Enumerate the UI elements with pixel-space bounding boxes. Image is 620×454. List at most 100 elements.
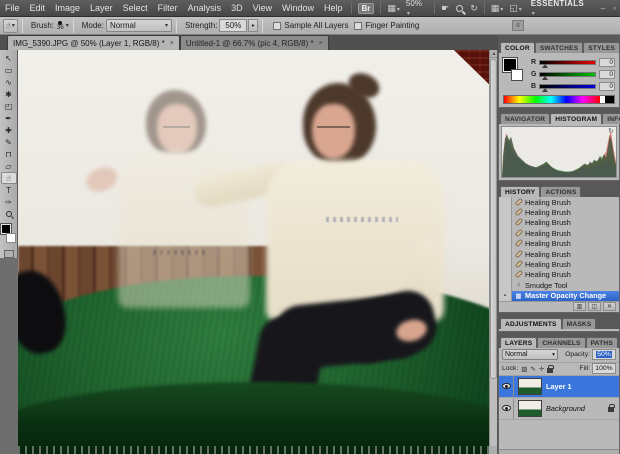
canvas[interactable]: ▲: [18, 50, 497, 454]
history-state[interactable]: Healing Brush: [499, 197, 619, 208]
tab-styles[interactable]: STYLES: [583, 42, 620, 53]
zoom-tool[interactable]: [1, 208, 17, 220]
blue-slider[interactable]: [539, 83, 596, 92]
document-tab-active[interactable]: IMG_5390.JPG @ 50% (Layer 1, RGB/8) * ×: [7, 35, 180, 50]
marquee-tool[interactable]: ▭: [1, 64, 17, 76]
history-state[interactable]: Healing Brush: [499, 269, 619, 281]
hand-tool-icon[interactable]: ☛: [438, 3, 452, 14]
sample-all-layers-checkbox[interactable]: [273, 21, 282, 30]
bridge-button[interactable]: Br: [357, 2, 375, 14]
tab-paths[interactable]: PATHS: [585, 336, 618, 348]
lasso-tool[interactable]: ∿: [1, 76, 17, 88]
blend-mode-select[interactable]: Normal ▾: [502, 349, 558, 361]
lock-all-icon[interactable]: [547, 364, 555, 373]
opacity-field[interactable]: 50%: [592, 349, 616, 361]
workspace-switcher[interactable]: ESSENTIALS ▾: [525, 0, 597, 17]
close-tab-icon[interactable]: ×: [170, 40, 174, 47]
green-slider[interactable]: [539, 71, 596, 80]
close-tab-icon[interactable]: ×: [319, 40, 323, 47]
tab-navigator[interactable]: NAVIGATOR: [500, 113, 551, 124]
visibility-toggle[interactable]: [499, 397, 514, 419]
color-spectrum-ramp[interactable]: [503, 95, 615, 104]
brush-preview[interactable]: 36: [57, 20, 64, 31]
tab-histogram[interactable]: HISTOGRAM: [550, 113, 603, 124]
tab-swatches[interactable]: SWATCHES: [534, 42, 584, 53]
menu-window[interactable]: Window: [277, 0, 319, 16]
quick-selection-tool[interactable]: ✱: [1, 88, 17, 100]
tab-adjustments[interactable]: ADJUSTMENTS: [500, 317, 562, 329]
history-state-selected[interactable]: ▪ ▦ Master Opacity Change: [499, 290, 619, 301]
restore-button[interactable]: ▫: [609, 4, 620, 13]
visibility-toggle[interactable]: [499, 375, 514, 397]
tab-channels[interactable]: CHANNELS: [537, 336, 586, 348]
slider-thumb-icon[interactable]: [542, 87, 548, 92]
pen-tool[interactable]: ✑: [1, 196, 17, 208]
quick-mask-button[interactable]: [3, 250, 14, 258]
new-document-from-state-button[interactable]: ▥: [573, 302, 586, 312]
crop-tool[interactable]: ◰: [1, 100, 17, 112]
tab-history[interactable]: HISTORY: [500, 186, 541, 197]
document-tab-inactive[interactable]: Untitled-1 @ 66.7% (pic 4, RGB/8) * ×: [179, 35, 329, 50]
history-state[interactable]: Healing Brush: [499, 217, 619, 229]
screen-mode-icon[interactable]: ◱▾: [506, 3, 525, 14]
panel-toggle-icon[interactable]: ≡: [512, 20, 524, 31]
lock-pixels-icon[interactable]: ✎: [530, 365, 535, 373]
layer-row-layer1[interactable]: Layer 1: [499, 375, 619, 398]
menu-analysis[interactable]: Analysis: [183, 0, 227, 16]
eyedropper-tool[interactable]: ✒: [1, 112, 17, 124]
refresh-histogram-icon[interactable]: ↻: [608, 127, 614, 135]
type-tool[interactable]: T: [1, 184, 17, 196]
layer-row-background[interactable]: Background: [499, 397, 619, 420]
menu-view[interactable]: View: [248, 0, 277, 16]
history-state[interactable]: Healing Brush: [499, 228, 619, 239]
tab-info[interactable]: INFO: [602, 113, 620, 124]
clone-stamp-tool[interactable]: ⊓: [1, 148, 17, 160]
finger-painting-checkbox[interactable]: [354, 21, 363, 30]
background-color-swatch[interactable]: [5, 233, 16, 243]
strength-field[interactable]: 50%: [219, 19, 248, 32]
brush-tool[interactable]: ✎: [1, 136, 17, 148]
view-extras-icon[interactable]: ▦▾: [384, 3, 403, 14]
canvas-vertical-scrollbar[interactable]: ▲: [489, 50, 497, 454]
menu-help[interactable]: Help: [319, 0, 348, 16]
mode-select[interactable]: Normal ▾: [105, 19, 172, 32]
brush-dropdown-icon[interactable]: ▾: [66, 22, 69, 29]
menu-3d[interactable]: 3D: [226, 0, 248, 16]
history-state[interactable]: Healing Brush: [499, 248, 619, 260]
tab-masks[interactable]: MASKS: [561, 317, 597, 329]
tab-layers[interactable]: LAYERS: [500, 336, 538, 348]
blue-value-field[interactable]: 0: [599, 81, 615, 91]
background-color-swatch[interactable]: [511, 69, 523, 81]
red-slider[interactable]: [539, 59, 596, 68]
scroll-up-icon[interactable]: ▲: [490, 50, 497, 58]
tab-actions[interactable]: ACTIONS: [540, 186, 582, 197]
history-state[interactable]: Healing Brush: [499, 259, 619, 270]
green-value-field[interactable]: 0: [599, 69, 615, 79]
menu-file[interactable]: File: [0, 0, 25, 16]
menu-filter[interactable]: Filter: [153, 0, 183, 16]
history-source-marker-icon[interactable]: ▪: [499, 290, 512, 301]
menu-select[interactable]: Select: [118, 0, 153, 16]
history-state[interactable]: ☝ Smudge Tool: [499, 280, 619, 291]
zoom-tool-icon[interactable]: [456, 4, 464, 12]
fill-field[interactable]: 100%: [592, 363, 616, 375]
minimize-button[interactable]: –: [597, 4, 609, 13]
history-state[interactable]: Healing Brush: [499, 207, 619, 218]
arrange-documents-icon[interactable]: ▦▾: [488, 3, 507, 14]
red-value-field[interactable]: 0: [599, 57, 615, 67]
scrollbar-thumb[interactable]: [490, 59, 497, 379]
slider-thumb-icon[interactable]: [542, 63, 548, 68]
lock-transparency-icon[interactable]: ▨: [521, 365, 527, 373]
menu-edit[interactable]: Edit: [25, 0, 51, 16]
menu-layer[interactable]: Layer: [85, 0, 118, 16]
layer-thumbnail[interactable]: [518, 399, 542, 417]
menu-image[interactable]: Image: [50, 0, 85, 16]
tab-color[interactable]: COLOR: [500, 42, 535, 53]
eraser-tool[interactable]: ▱: [1, 160, 17, 172]
move-tool[interactable]: ↖: [1, 52, 17, 64]
new-snapshot-button[interactable]: ◫: [588, 302, 601, 312]
history-state[interactable]: Healing Brush: [499, 238, 619, 249]
zoom-level-control[interactable]: 50% ▾: [403, 0, 431, 17]
layer-thumbnail[interactable]: [518, 377, 542, 395]
strength-slider-button[interactable]: ▸: [248, 19, 259, 32]
